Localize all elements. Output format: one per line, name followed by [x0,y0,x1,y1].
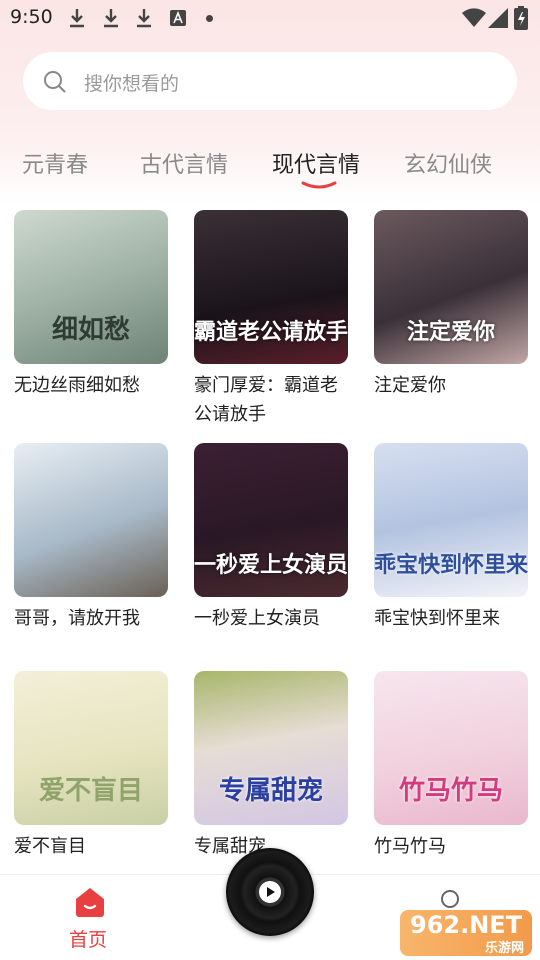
download-icon [70,9,84,28]
book-cover[interactable]: 专属甜宠 [194,671,348,825]
wifi-icon [462,8,486,27]
site-watermark: 962.NET 乐游网 [400,910,532,956]
book-cover[interactable]: 爱不盲目 [14,671,168,825]
book-title[interactable]: 豪门厚爱：霸道老公请放手 [194,371,344,429]
search-icon [44,71,66,93]
profile-icon[interactable] [440,889,460,909]
tab-ancient-romance[interactable]: 古代言情 [140,147,228,179]
tab-youth[interactable]: 元青春 [22,147,88,179]
watermark-sub: 乐游网 [484,941,524,956]
book-cover[interactable]: 霸道老公请放手 [194,210,348,364]
battery-icon [514,6,528,30]
play-icon[interactable] [259,881,281,903]
signal-icon [488,8,508,28]
book-cover[interactable] [14,443,168,597]
download-icon [137,9,151,28]
a-icon [170,10,186,26]
status-time: 9:50 [10,6,53,28]
book-cover[interactable]: 乖宝快到怀里来 [374,443,528,597]
status-bar: 9:50 [0,0,540,36]
notification-dot-icon [206,15,213,22]
book-title[interactable]: 竹马竹马 [374,832,534,861]
book-title[interactable]: 无边丝雨细如愁 [14,371,174,400]
book-cover[interactable]: 注定爱你 [374,210,528,364]
tab-modern-romance[interactable]: 现代言情 [272,147,360,179]
download-icon [104,9,118,28]
book-cover[interactable]: 竹马竹马 [374,671,528,825]
book-title[interactable]: 一秒爱上女演员 [194,604,354,633]
book-cover[interactable]: 细如愁 [14,210,168,364]
book-title[interactable]: 爱不盲目 [14,832,174,861]
book-title[interactable]: 哥哥，请放开我 [14,604,174,633]
search-placeholder: 搜你想看的 [84,73,180,95]
tab-fantasy[interactable]: 玄幻仙侠 [404,147,492,179]
book-title[interactable]: 注定爱你 [374,371,534,400]
category-tabs: 元青春 古代言情 现代言情 玄幻仙侠 [0,140,540,190]
nav-home-label[interactable]: 首页 [69,925,107,952]
book-cover[interactable]: 一秒爱上女演员 [194,443,348,597]
active-tab-indicator [301,181,337,189]
home-icon[interactable] [74,886,106,918]
book-title[interactable]: 乖宝快到怀里来 [374,604,534,633]
